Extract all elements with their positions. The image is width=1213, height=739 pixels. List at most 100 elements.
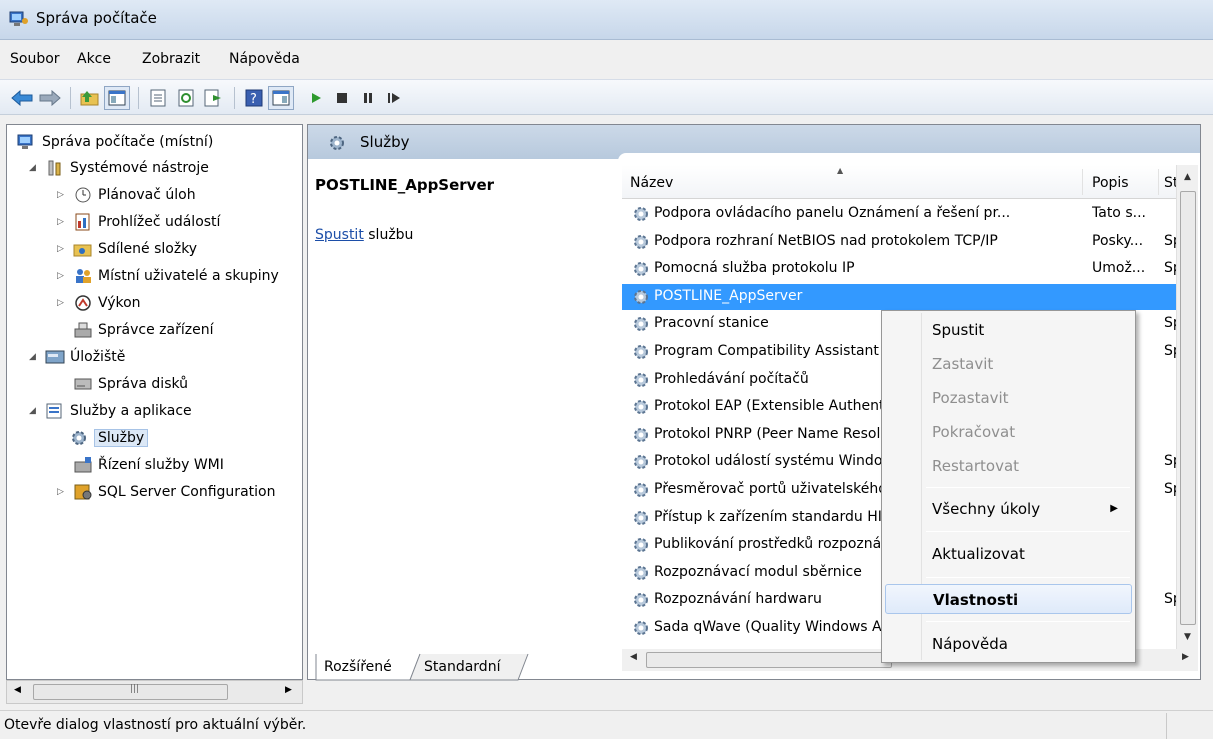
restart-service-button[interactable]	[382, 86, 406, 110]
menu-separator	[926, 577, 1130, 578]
collapsed-arrow-icon[interactable]: ▷	[57, 271, 67, 281]
tree-item-label: Plánovač úloh	[98, 187, 196, 203]
table-row[interactable]: Podpora rozhraní NetBIOS nad protokolem …	[622, 229, 1176, 255]
services-vertical-scrollbar[interactable]: ▲ ▼	[1176, 165, 1198, 649]
tree-item-disk-management[interactable]: Správa disků	[73, 371, 188, 397]
menu-help[interactable]: Nápověda	[229, 51, 300, 67]
menu-item-label: Pozastavit	[932, 389, 1009, 407]
menu-item-start[interactable]: Spustit	[885, 315, 1132, 345]
pause-service-button[interactable]	[356, 86, 380, 110]
show-hide-tree-button[interactable]	[104, 86, 130, 110]
tree-item-label: Správa počítače (místní)	[42, 134, 214, 150]
up-level-button[interactable]	[78, 86, 102, 110]
service-gear-icon	[632, 260, 650, 278]
status-text: Otevře dialog vlastností pro aktuální vý…	[4, 717, 307, 733]
tree-item-shared-folders[interactable]: ▷ Sdílené složky	[57, 236, 197, 262]
menu-view[interactable]: Zobrazit	[142, 51, 200, 67]
tree-item-services[interactable]: Služby	[69, 425, 149, 451]
column-header-name[interactable]: Název	[630, 175, 673, 191]
scrollbar-thumb[interactable]	[646, 652, 892, 668]
service-gear-icon	[632, 564, 650, 582]
start-service-button[interactable]	[304, 86, 328, 110]
service-name: Podpora ovládacího panelu Oznámení a řeš…	[654, 205, 1011, 221]
expanded-arrow-icon[interactable]: ◢	[29, 163, 39, 173]
start-service-link[interactable]: Spustit	[315, 227, 364, 243]
tree-item-local-users-groups[interactable]: ▷ Místní uživatelé a skupiny	[57, 263, 279, 289]
service-name: Podpora rozhraní NetBIOS nad protokolem …	[654, 232, 998, 249]
tree-horizontal-scrollbar[interactable]: ◀ ||| ▶	[6, 680, 303, 704]
collapsed-arrow-icon[interactable]: ▷	[57, 190, 67, 200]
tree-item-event-viewer[interactable]: ▷ Prohlížeč událostí	[57, 209, 220, 235]
column-header-description[interactable]: Popis	[1092, 175, 1129, 191]
scroll-right-icon[interactable]: ▶	[285, 685, 292, 695]
context-menu: Spustit Zastavit Pozastavit Pokračovat R…	[881, 310, 1136, 663]
expanded-arrow-icon[interactable]: ◢	[29, 406, 39, 416]
forward-button[interactable]	[38, 86, 62, 110]
table-row[interactable]: Pomocná služba protokolu IP Umož... Sp	[622, 256, 1176, 282]
tree-item-task-scheduler[interactable]: ▷ Plánovač úloh	[57, 182, 196, 208]
tree-item-computer-management[interactable]: Správa počítače (místní)	[17, 129, 213, 155]
collapsed-arrow-icon[interactable]: ▷	[57, 217, 67, 227]
scroll-left-icon[interactable]: ◀	[630, 652, 637, 662]
sql-server-icon	[74, 484, 92, 500]
tree-item-storage[interactable]: ◢ Úložiště	[29, 344, 125, 370]
service-gear-icon	[632, 288, 650, 306]
tab-standard[interactable]: Standardní	[424, 659, 500, 675]
menu-item-pause[interactable]: Pozastavit	[885, 383, 1132, 413]
menu-item-help[interactable]: Nápověda	[885, 629, 1132, 659]
menu-item-label: Vlastnosti	[933, 591, 1019, 609]
service-gear-icon	[632, 619, 650, 637]
back-button[interactable]	[10, 86, 34, 110]
menu-item-restart[interactable]: Restartovat	[885, 451, 1132, 481]
tab-extended[interactable]: Rozšířené	[324, 659, 392, 675]
column-header-status[interactable]: St	[1164, 175, 1176, 191]
menu-action[interactable]: Akce	[77, 51, 111, 67]
table-row[interactable]: Podpora ovládacího panelu Oznámení a řeš…	[622, 201, 1176, 227]
window-title: Správa počítače	[36, 9, 157, 27]
tree-item-label: Správce zařízení	[98, 322, 214, 338]
expanded-arrow-icon[interactable]: ◢	[29, 352, 39, 362]
stop-service-button[interactable]	[330, 86, 354, 110]
collapsed-arrow-icon[interactable]: ▷	[57, 298, 67, 308]
export-list-icon	[204, 89, 221, 107]
collapsed-arrow-icon[interactable]: ▷	[57, 487, 67, 497]
console-tree-icon	[108, 90, 126, 106]
collapsed-arrow-icon[interactable]: ▷	[57, 244, 67, 254]
help-icon: ?	[245, 89, 263, 107]
scroll-left-icon[interactable]: ◀	[14, 685, 21, 695]
show-action-pane-button[interactable]	[268, 86, 294, 110]
menu-file[interactable]: Soubor	[10, 51, 60, 67]
export-list-button[interactable]	[202, 86, 226, 110]
scroll-right-icon[interactable]: ▶	[1182, 652, 1189, 662]
selected-service-title: POSTLINE_AppServer	[315, 176, 495, 194]
service-status: Sp	[1164, 315, 1176, 332]
tree-item-system-tools[interactable]: ◢ Systémové nástroje	[29, 155, 209, 181]
menu-item-properties[interactable]: Vlastnosti	[885, 584, 1132, 614]
properties-button[interactable]	[146, 86, 170, 110]
menu-item-refresh[interactable]: Aktualizovat	[885, 539, 1132, 569]
tree-item-device-manager[interactable]: Správce zařízení	[73, 317, 213, 343]
device-manager-icon	[74, 322, 92, 338]
help-button[interactable]: ?	[242, 86, 266, 110]
scrollbar-thumb[interactable]	[1180, 191, 1196, 625]
refresh-button[interactable]	[174, 86, 198, 110]
tree-item-performance[interactable]: ▷ Výkon	[57, 290, 141, 316]
column-divider[interactable]	[1158, 169, 1159, 195]
column-divider[interactable]	[1082, 169, 1083, 195]
back-arrow-icon	[11, 90, 33, 106]
menu-item-all-tasks[interactable]: Všechny úkoly ▶	[885, 494, 1132, 524]
menu-item-stop[interactable]: Zastavit	[885, 349, 1132, 379]
tree-item-sql-server-configuration[interactable]: ▷ SQL Server Configuration	[57, 479, 275, 505]
tree-item-wmi-control[interactable]: Řízení služby WMI	[73, 452, 224, 478]
menu-item-label: Všechny úkoly	[932, 500, 1041, 518]
scroll-down-icon[interactable]: ▼	[1177, 627, 1198, 647]
scroll-up-icon[interactable]: ▲	[1177, 167, 1198, 187]
computer-icon	[17, 134, 33, 149]
console-tree: Správa počítače (místní) ◢ Systémové nás…	[6, 124, 303, 680]
menu-item-resume[interactable]: Pokračovat	[885, 417, 1132, 447]
gear-icon	[72, 431, 86, 445]
service-description: Tato s...	[1092, 205, 1146, 221]
service-gear-icon	[632, 509, 650, 527]
tree-item-services-and-applications[interactable]: ◢ Služby a aplikace	[29, 398, 192, 424]
table-row-selected[interactable]: POSTLINE_AppServer	[622, 283, 1176, 310]
